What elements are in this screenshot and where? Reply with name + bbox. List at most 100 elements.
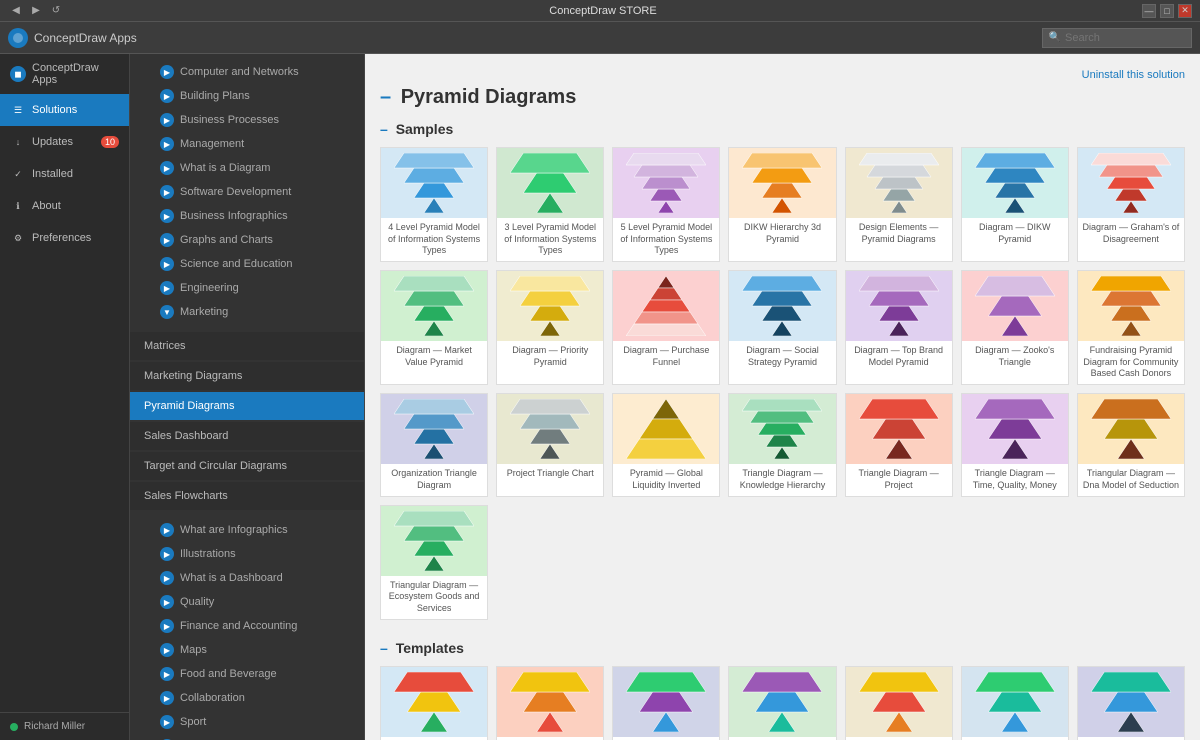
bottom-section: ▶ What are Infographics ▶ Illustrations …: [130, 512, 364, 740]
sample-card[interactable]: Diagram — DIKW Pyramid: [961, 147, 1069, 262]
uninstall-link[interactable]: Uninstall this solution: [380, 69, 1185, 81]
food-beverage-icon: ▶: [160, 667, 174, 681]
content-area: Uninstall this solution – Pyramid Diagra…: [365, 54, 1200, 740]
sec-item-building-plans[interactable]: ▶ Building Plans: [140, 84, 354, 108]
sec-item-engineering[interactable]: ▶ Engineering: [140, 276, 354, 300]
sec-item-management[interactable]: ▶ Management: [140, 132, 354, 156]
sidebar-item-updates[interactable]: ↓ Updates 10: [0, 126, 129, 158]
sample-card[interactable]: Diagram — Social Strategy Pyramid: [728, 270, 836, 385]
sample-card[interactable]: Diagram — Market Value Pyramid: [380, 270, 488, 385]
samples-collapse-icon[interactable]: –: [380, 121, 388, 137]
sample-card[interactable]: Design Elements — Pyramid Diagrams: [845, 147, 953, 262]
template-label: [547, 737, 553, 740]
sec-item-maps[interactable]: ▶ Maps: [140, 638, 354, 662]
sport-icon: ▶: [160, 715, 174, 729]
sample-thumb: [497, 271, 603, 341]
templates-header: – Templates: [380, 640, 1185, 656]
template-card[interactable]: [845, 666, 953, 740]
sample-card[interactable]: Triangle Diagram — Knowledge Hierarchy: [728, 393, 836, 496]
top-section: ▶ Computer and Networks ▶ Building Plans…: [130, 54, 364, 330]
sample-card[interactable]: Triangular Diagram — Dna Model of Seduct…: [1077, 393, 1185, 496]
sec-menu-marketing-diagrams[interactable]: Marketing Diagrams: [130, 362, 364, 390]
collapse-icon[interactable]: –: [380, 86, 391, 108]
sec-menu-target-circular[interactable]: Target and Circular Diagrams: [130, 452, 364, 480]
sec-menu-matrices[interactable]: Matrices: [130, 332, 364, 360]
sample-card[interactable]: Diagram — Purchase Funnel: [612, 270, 720, 385]
sample-card[interactable]: DIKW Hierarchy 3d Pyramid: [728, 147, 836, 262]
sample-card[interactable]: Project Triangle Chart: [496, 393, 604, 496]
marketing-icon: ▼: [160, 305, 174, 319]
sample-card[interactable]: Diagram — Zooko's Triangle: [961, 270, 1069, 385]
sample-label: Diagram — Zooko's Triangle: [962, 341, 1068, 372]
nav-forward-button[interactable]: ▶: [28, 3, 44, 19]
sidebar-item-conceptdraw-apps[interactable]: ◼ ConceptDraw Apps: [0, 54, 129, 94]
close-button[interactable]: ✕: [1178, 4, 1192, 18]
sec-item-food-beverage[interactable]: ▶ Food and Beverage: [140, 662, 354, 686]
sample-card[interactable]: Organization Triangle Diagram: [380, 393, 488, 496]
sidebar-solutions-label: Solutions: [32, 104, 77, 116]
samples-grid: 4 Level Pyramid Model of Information Sys…: [380, 147, 1185, 620]
sidebar-item-preferences[interactable]: ⚙ Preferences: [0, 222, 129, 254]
sec-item-computer-networks[interactable]: ▶ Computer and Networks: [140, 60, 354, 84]
sec-item-sport[interactable]: ▶ Sport: [140, 710, 354, 734]
sample-label: Diagram — DIKW Pyramid: [962, 218, 1068, 249]
sidebar-item-about[interactable]: ℹ About: [0, 190, 129, 222]
sample-thumb: [962, 271, 1068, 341]
sec-menu-sales-flowcharts[interactable]: Sales Flowcharts: [130, 482, 364, 510]
sample-card[interactable]: 3 Level Pyramid Model of Information Sys…: [496, 147, 604, 262]
sample-card[interactable]: Diagram — Priority Pyramid: [496, 270, 604, 385]
template-card[interactable]: [380, 666, 488, 740]
template-card[interactable]: [612, 666, 720, 740]
template-thumb: [613, 667, 719, 737]
sec-item-what-is-diagram[interactable]: ▶ What is a Diagram: [140, 156, 354, 180]
sec-item-software-dev[interactable]: ▶ Software Development: [140, 180, 354, 204]
sec-item-illustrations[interactable]: ▶ Illustrations: [140, 542, 354, 566]
sample-thumb: [497, 148, 603, 218]
sample-card[interactable]: Diagram — Graham's of Disagreement: [1077, 147, 1185, 262]
computer-networks-icon: ▶: [160, 65, 174, 79]
sec-menu-sales-dashboard[interactable]: Sales Dashboard: [130, 422, 364, 450]
search-box[interactable]: 🔍: [1042, 28, 1192, 48]
sec-item-graphs-charts[interactable]: ▶ Graphs and Charts: [140, 228, 354, 252]
sec-item-business-infographics[interactable]: ▶ Business Infographics: [140, 204, 354, 228]
sidebar-item-installed[interactable]: ✓ Installed: [0, 158, 129, 190]
sample-thumb: [729, 148, 835, 218]
sample-card[interactable]: Fundraising Pyramid Diagram for Communit…: [1077, 270, 1185, 385]
nav-refresh-button[interactable]: ↺: [48, 3, 64, 19]
sec-item-science-education[interactable]: ▶ Science and Education: [140, 252, 354, 276]
sec-item-collaboration[interactable]: ▶ Collaboration: [140, 686, 354, 710]
minimize-button[interactable]: —: [1142, 4, 1156, 18]
sec-item-project-management[interactable]: ▶ Project Management: [140, 734, 354, 740]
sample-label: Diagram — Market Value Pyramid: [381, 341, 487, 372]
template-card[interactable]: [728, 666, 836, 740]
search-input[interactable]: [1065, 32, 1185, 44]
template-card[interactable]: [1077, 666, 1185, 740]
sample-card[interactable]: 5 Level Pyramid Model of Information Sys…: [612, 147, 720, 262]
sample-card[interactable]: Triangular Diagram — Ecosystem Goods and…: [380, 505, 488, 620]
sec-item-marketing[interactable]: ▼ Marketing: [140, 300, 354, 324]
sample-label: Organization Triangle Diagram: [381, 464, 487, 495]
sidebar-apps-label: ConceptDraw Apps: [32, 62, 119, 86]
installed-icon: ✓: [10, 166, 26, 182]
sidebar-item-solutions[interactable]: ☰ Solutions: [0, 94, 129, 126]
sample-card[interactable]: Pyramid — Global Liquidity Inverted: [612, 393, 720, 496]
sample-label: Pyramid — Global Liquidity Inverted: [613, 464, 719, 495]
sec-menu-pyramid-diagrams[interactable]: Pyramid Diagrams: [130, 392, 364, 420]
sec-item-what-is-dashboard[interactable]: ▶ What is a Dashboard: [140, 566, 354, 590]
template-card[interactable]: [961, 666, 1069, 740]
template-card[interactable]: [496, 666, 604, 740]
sec-item-finance-accounting[interactable]: ▶ Finance and Accounting: [140, 614, 354, 638]
nav-back-button[interactable]: ◀: [8, 3, 24, 19]
sample-thumb: [613, 148, 719, 218]
templates-collapse-icon[interactable]: –: [380, 640, 388, 656]
sample-card[interactable]: 4 Level Pyramid Model of Information Sys…: [380, 147, 488, 262]
sample-card[interactable]: Diagram — Top Brand Model Pyramid: [845, 270, 953, 385]
sec-item-quality[interactable]: ▶ Quality: [140, 590, 354, 614]
template-label: [779, 737, 785, 740]
sample-card[interactable]: Triangle Diagram — Project: [845, 393, 953, 496]
sample-card[interactable]: Triangle Diagram — Time, Quality, Money: [961, 393, 1069, 496]
restore-button[interactable]: □: [1160, 4, 1174, 18]
sec-item-infographics[interactable]: ▶ What are Infographics: [140, 518, 354, 542]
search-icon: 🔍: [1049, 32, 1061, 43]
sec-item-business-processes[interactable]: ▶ Business Processes: [140, 108, 354, 132]
